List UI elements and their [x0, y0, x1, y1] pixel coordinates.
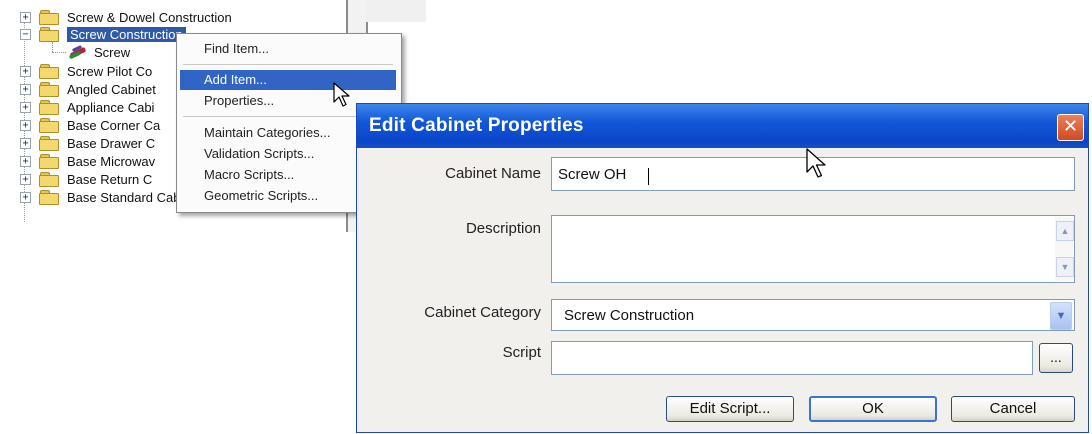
folder-icon — [39, 82, 59, 97]
menu-item-find-item[interactable]: Find Item... — [180, 39, 396, 59]
cabinet-category-value: Screw Construction — [564, 307, 695, 324]
tree-item-label: Appliance Cabi — [67, 99, 155, 115]
folder-open-icon — [39, 27, 59, 42]
tree-item-screw-construction[interactable]: − Screw Construction — [20, 25, 186, 43]
cabinet-category-select[interactable]: Screw Construction ▼ — [551, 299, 1075, 331]
menu-item-add-item[interactable]: Add Item... — [180, 70, 396, 90]
close-button[interactable]: ✕ — [1057, 114, 1084, 141]
tree-connector-line — [52, 42, 53, 52]
tree-item-screw-pilot[interactable]: + Screw Pilot Co — [20, 62, 152, 80]
panel-background — [366, 0, 426, 22]
script-input[interactable] — [551, 341, 1033, 375]
dialog-title: Edit Cabinet Properties — [369, 115, 584, 136]
tree-item-label: Base Microwav — [67, 153, 156, 169]
cabinet-item-icon — [68, 45, 87, 60]
edit-script-button[interactable]: Edit Script... — [666, 396, 794, 422]
folder-icon — [39, 64, 59, 79]
expand-icon[interactable]: + — [20, 65, 31, 77]
folder-icon — [39, 190, 59, 205]
expand-icon[interactable]: + — [20, 155, 31, 167]
expand-icon[interactable]: + — [20, 137, 31, 149]
expand-icon[interactable]: + — [20, 191, 31, 203]
ok-button[interactable]: OK — [809, 396, 937, 422]
expand-icon[interactable]: + — [20, 119, 31, 131]
collapse-icon[interactable]: − — [20, 28, 31, 40]
mouse-cursor-icon — [806, 148, 826, 178]
dialog-titlebar[interactable]: Edit Cabinet Properties ✕ — [357, 104, 1088, 148]
expand-icon[interactable]: + — [20, 83, 31, 95]
tree-item-label: Screw Pilot Co — [67, 63, 153, 79]
description-label: Description — [465, 220, 541, 237]
folder-icon — [39, 118, 59, 133]
tree-item-base-return[interactable]: + Base Return C — [20, 170, 152, 188]
description-textarea[interactable]: ▲ ▼ — [551, 215, 1075, 283]
expand-icon[interactable]: + — [20, 101, 31, 113]
text-caret — [648, 168, 649, 185]
close-icon: ✕ — [1062, 116, 1079, 137]
cancel-button[interactable]: Cancel — [951, 396, 1075, 422]
tree-item-screw-dowel-construction[interactable]: + Screw & Dowel Construction — [20, 8, 232, 26]
tree-item-screw[interactable]: Screw — [68, 43, 130, 61]
tree-item-label: Base Return C — [67, 171, 153, 187]
cabinet-category-label: Cabinet Category — [424, 304, 541, 321]
mouse-cursor-icon — [333, 82, 350, 107]
browse-script-button[interactable]: ... — [1039, 343, 1073, 373]
menu-separator — [183, 64, 393, 65]
tree-item-base-drawer[interactable]: + Base Drawer C — [20, 134, 155, 152]
folder-icon — [39, 154, 59, 169]
tree-item-label: Screw & Dowel Construction — [67, 9, 232, 25]
cabinet-name-label: Cabinet Name — [445, 165, 541, 182]
tree-item-base-corner[interactable]: + Base Corner Ca — [20, 116, 160, 134]
scroll-down-icon[interactable]: ▼ — [1056, 257, 1074, 277]
chevron-down-icon[interactable]: ▼ — [1050, 302, 1072, 330]
description-scrollbar[interactable]: ▲ ▼ — [1055, 217, 1074, 281]
expand-icon[interactable]: + — [20, 11, 31, 23]
dialog-body: Cabinet Name Screw OH Description ▲ ▼ Ca… — [357, 148, 1088, 432]
tree-item-label: Base Drawer C — [67, 135, 156, 151]
folder-icon — [39, 172, 59, 187]
tree-item-base-microwave[interactable]: + Base Microwav — [20, 152, 155, 170]
tree-item-label: Screw Construction — [67, 26, 186, 42]
tree-connector-line — [52, 52, 66, 53]
scroll-up-icon[interactable]: ▲ — [1056, 221, 1074, 241]
tree-item-label: Base Corner Ca — [67, 117, 161, 133]
tree-item-appliance-cabinet[interactable]: + Appliance Cabi — [20, 98, 154, 116]
cabinet-name-value: Screw OH — [558, 166, 627, 183]
tree-item-label: Angled Cabinet — [67, 81, 156, 97]
folder-icon — [39, 136, 59, 151]
folder-icon — [39, 100, 59, 115]
tree-item-label: Screw — [94, 44, 131, 60]
expand-icon[interactable]: + — [20, 173, 31, 185]
tree-item-angled-cabinet[interactable]: + Angled Cabinet — [20, 80, 156, 98]
folder-icon — [39, 10, 59, 25]
script-label: Script — [502, 344, 541, 361]
edit-cabinet-properties-dialog: Edit Cabinet Properties ✕ Cabinet Name S… — [356, 103, 1089, 433]
